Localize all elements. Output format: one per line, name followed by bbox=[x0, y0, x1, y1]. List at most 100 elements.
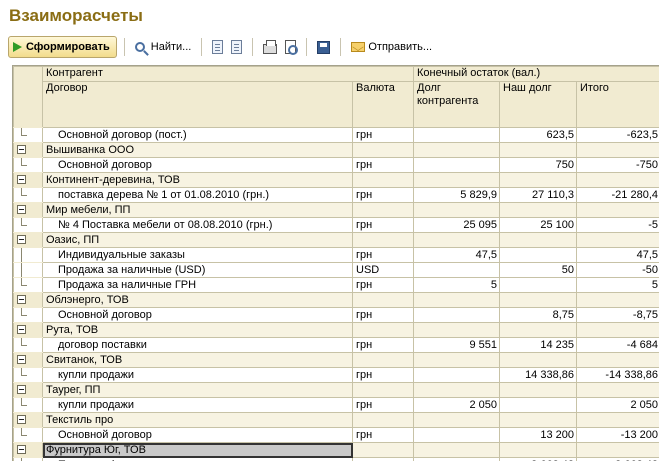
our-debt-cell[interactable] bbox=[499, 397, 577, 413]
contract-cell[interactable]: Поставка фурнитуры bbox=[42, 457, 353, 461]
contract-cell[interactable]: Основной договор bbox=[42, 157, 353, 173]
collapse-icon[interactable] bbox=[17, 415, 26, 424]
collapse-all-button[interactable] bbox=[228, 36, 245, 58]
contract-cell[interactable]: Индивидуальные заказы bbox=[42, 247, 353, 263]
counterparty-name[interactable]: Оазис, ПП bbox=[42, 232, 353, 248]
counterparty-name[interactable]: Таурег, ПП bbox=[42, 382, 353, 398]
total-cell[interactable]: -21 280,4 bbox=[576, 187, 659, 203]
counterparty-debt-cell[interactable]: 47,5 bbox=[413, 247, 500, 263]
group-row[interactable]: Свитанок, ТОВ bbox=[13, 352, 659, 368]
collapse-icon[interactable] bbox=[17, 175, 26, 184]
total-cell[interactable]: -14 338,86 bbox=[576, 367, 659, 383]
currency-cell[interactable]: грн bbox=[352, 247, 414, 263]
column-header-currency[interactable]: Валюта bbox=[352, 81, 414, 128]
our-debt-cell[interactable] bbox=[499, 247, 577, 263]
table-row[interactable]: Поставка фурнитурыгрн 3 662,42-3 662,42 bbox=[13, 457, 659, 461]
column-header-counterparty[interactable]: Контрагент bbox=[42, 66, 414, 82]
collapse-icon[interactable] bbox=[17, 325, 26, 334]
total-cell[interactable]: -3 662,42 bbox=[576, 457, 659, 461]
table-row[interactable]: купли продажи грн 2 050 2 050 bbox=[13, 397, 659, 413]
table-row[interactable]: поставка дерева № 1 от 01.08.2010 (грн.)… bbox=[13, 187, 659, 203]
collapse-icon[interactable] bbox=[17, 385, 26, 394]
table-row[interactable]: № 4 Поставка мебели от 08.08.2010 (грн.)… bbox=[13, 217, 659, 233]
total-cell[interactable]: -8,75 bbox=[576, 307, 659, 323]
counterparty-debt-cell[interactable] bbox=[413, 367, 500, 383]
contract-cell[interactable]: поставка дерева № 1 от 01.08.2010 (грн.) bbox=[42, 187, 353, 203]
our-debt-cell[interactable]: 750 bbox=[499, 157, 577, 173]
counterparty-name[interactable]: Континент-деревина, ТОВ bbox=[42, 172, 353, 188]
collapse-icon[interactable] bbox=[17, 205, 26, 214]
our-debt-cell[interactable]: 27 110,3 bbox=[499, 187, 577, 203]
counterparty-name[interactable]: Свитанок, ТОВ bbox=[42, 352, 353, 368]
currency-cell[interactable]: грн bbox=[352, 397, 414, 413]
column-header-final-balance[interactable]: Конечный остаток (вал.) bbox=[412, 66, 659, 82]
save-button[interactable] bbox=[314, 36, 333, 58]
print-button[interactable] bbox=[260, 36, 280, 58]
counterparty-debt-cell[interactable] bbox=[413, 157, 500, 173]
our-debt-cell[interactable] bbox=[499, 277, 577, 293]
find-button[interactable]: Найти... bbox=[132, 36, 195, 58]
counterparty-debt-cell[interactable] bbox=[413, 457, 500, 461]
table-row[interactable]: Основной договор грн 13 200 -13 200 bbox=[13, 427, 659, 443]
our-debt-cell[interactable]: 14 338,86 bbox=[499, 367, 577, 383]
currency-cell[interactable]: грн bbox=[352, 307, 414, 323]
group-row[interactable]: Фурнитура Юг, ТОВ bbox=[13, 442, 659, 458]
our-debt-cell[interactable]: 13 200 bbox=[499, 427, 577, 443]
column-header-total[interactable]: Итого bbox=[575, 81, 659, 128]
counterparty-debt-cell[interactable]: 5 829,9 bbox=[413, 187, 500, 203]
collapse-icon[interactable] bbox=[17, 355, 26, 364]
counterparty-debt-cell[interactable]: 25 095 bbox=[413, 217, 500, 233]
currency-cell[interactable]: грн bbox=[352, 157, 414, 173]
column-header-counterparty-debt[interactable]: Долг контрагента bbox=[413, 81, 500, 128]
group-row[interactable]: Таурег, ПП bbox=[13, 382, 659, 398]
our-debt-cell[interactable]: 623,5 bbox=[499, 127, 577, 143]
table-row[interactable]: Основной договор (пост.) грн 623,5 -623,5 bbox=[13, 127, 659, 143]
counterparty-debt-cell[interactable]: 2 050 bbox=[413, 397, 500, 413]
counterparty-name[interactable]: Мир мебели, ПП bbox=[42, 202, 353, 218]
counterparty-name[interactable]: Фурнитура Юг, ТОВ bbox=[42, 442, 353, 458]
group-row[interactable]: Облэнерго, ТОВ bbox=[13, 292, 659, 308]
our-debt-cell[interactable]: 8,75 bbox=[499, 307, 577, 323]
contract-cell[interactable]: Основной договор bbox=[42, 427, 353, 443]
column-header-contract[interactable]: Договор bbox=[42, 81, 353, 128]
table-row[interactable]: Индивидуальные заказы грн 47,5 47,5 bbox=[13, 247, 659, 263]
table-row[interactable]: Продажа за наличные (USD) USD 50 -50 bbox=[13, 262, 659, 278]
contract-cell[interactable]: Продажа за наличные (USD) bbox=[42, 262, 353, 278]
table-row[interactable]: договор поставки грн 9 551 14 235 -4 684 bbox=[13, 337, 659, 353]
currency-cell[interactable]: грн bbox=[352, 367, 414, 383]
counterparty-name[interactable]: Текстиль про bbox=[42, 412, 353, 428]
table-row[interactable]: Основной договор грн 750 -750 bbox=[13, 157, 659, 173]
counterparty-name[interactable]: Рута, ТОВ bbox=[42, 322, 353, 338]
group-row[interactable]: Оазис, ПП bbox=[13, 232, 659, 248]
collapse-icon[interactable] bbox=[17, 295, 26, 304]
contract-cell[interactable]: Основной договор (пост.) bbox=[42, 127, 353, 143]
total-cell[interactable]: -623,5 bbox=[576, 127, 659, 143]
group-row[interactable]: Рута, ТОВ bbox=[13, 322, 659, 338]
total-cell[interactable]: -13 200 bbox=[576, 427, 659, 443]
currency-cell[interactable]: USD bbox=[352, 262, 414, 278]
counterparty-debt-cell[interactable] bbox=[413, 427, 500, 443]
total-cell[interactable]: 2 050 bbox=[576, 397, 659, 413]
group-row[interactable]: Континент-деревина, ТОВ bbox=[13, 172, 659, 188]
counterparty-debt-cell[interactable]: 5 bbox=[413, 277, 500, 293]
group-row[interactable]: Текстиль про bbox=[13, 412, 659, 428]
currency-cell[interactable]: грн bbox=[352, 127, 414, 143]
currency-cell[interactable]: грн bbox=[352, 427, 414, 443]
our-debt-cell[interactable]: 25 100 bbox=[499, 217, 577, 233]
counterparty-debt-cell[interactable]: 9 551 bbox=[413, 337, 500, 353]
counterparty-name[interactable]: Вышиванка ООО bbox=[42, 142, 353, 158]
total-cell[interactable]: -750 bbox=[576, 157, 659, 173]
contract-cell[interactable]: Основной договор bbox=[42, 307, 353, 323]
total-cell[interactable]: 47,5 bbox=[576, 247, 659, 263]
total-cell[interactable]: -50 bbox=[576, 262, 659, 278]
currency-cell[interactable]: грн bbox=[352, 217, 414, 233]
contract-cell[interactable]: № 4 Поставка мебели от 08.08.2010 (грн.) bbox=[42, 217, 353, 233]
currency-cell[interactable]: грн bbox=[352, 277, 414, 293]
our-debt-cell[interactable]: 14 235 bbox=[499, 337, 577, 353]
currency-cell[interactable]: грн bbox=[352, 187, 414, 203]
contract-cell[interactable]: договор поставки bbox=[42, 337, 353, 353]
collapse-icon[interactable] bbox=[17, 145, 26, 154]
total-cell[interactable]: 5 bbox=[576, 277, 659, 293]
column-header-our-debt[interactable]: Наш долг bbox=[499, 81, 577, 128]
contract-cell[interactable]: купли продажи bbox=[42, 367, 353, 383]
